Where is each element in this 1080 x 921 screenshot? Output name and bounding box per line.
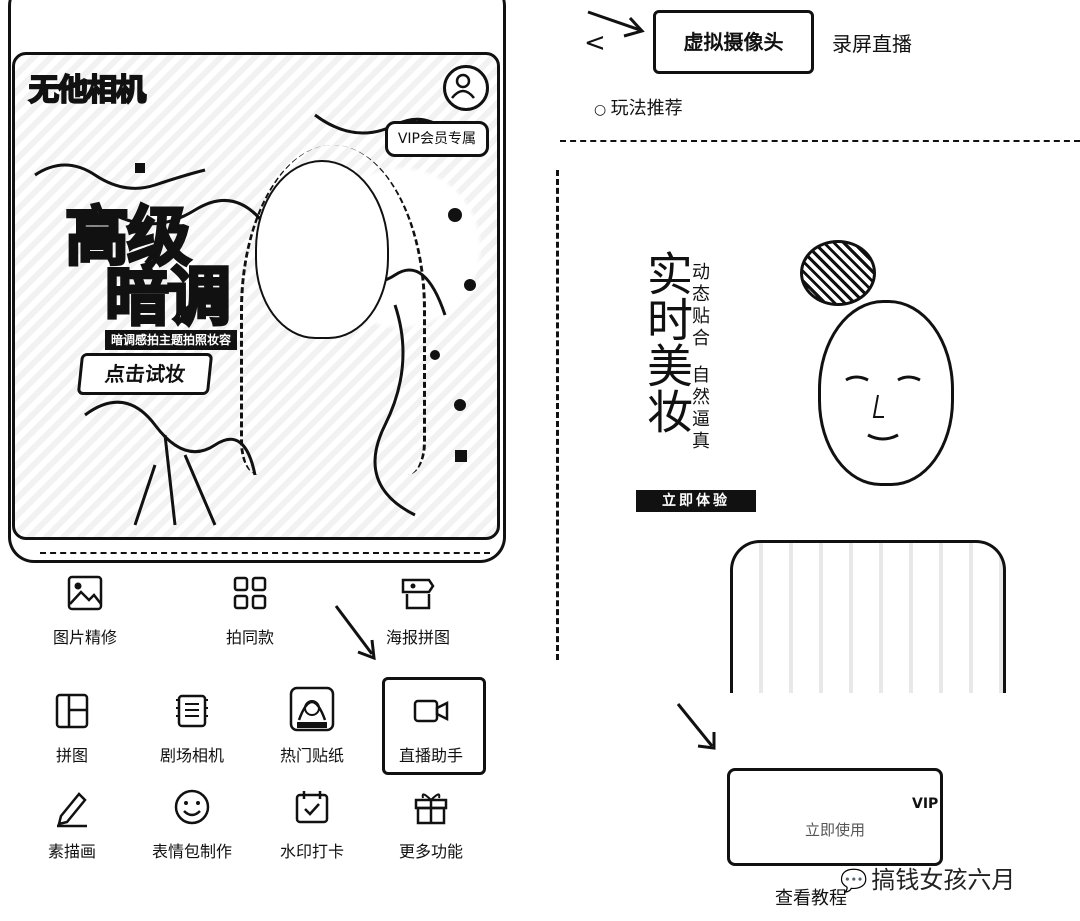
video-camera-icon [410,690,452,732]
sticker-icon [289,686,335,732]
tool-shoot-same[interactable]: 拍同款 [190,572,310,648]
promo-title: 实时美妆 [640,250,694,434]
section-title: 玩法推荐 [594,94,683,120]
smiley-icon [171,786,213,828]
gift-box-icon [410,786,452,828]
banner-title-2: 暗调 [104,261,233,335]
tool-more-features[interactable]: 更多功能 [371,786,491,862]
tool-meme-maker[interactable]: 表情包制作 [132,786,252,862]
tab-virtual-camera[interactable]: 虚拟摄像头 [653,10,814,74]
tab-screen-live[interactable]: 录屏直播 [832,28,912,57]
tool-label: 热门贴纸 [279,746,344,765]
calendar-check-icon [291,786,333,828]
model-face [818,300,954,486]
tool-label: 图片精修 [52,628,117,647]
use-now-button[interactable]: 立即使用 [727,768,943,866]
try-now-button[interactable]: 立即体验 [636,490,756,512]
image-icon [64,572,106,614]
tool-label: 水印打卡 [279,842,344,861]
banner-subline: 暗调感拍主题拍照妆容 [105,330,238,350]
profile-avatar-icon[interactable] [443,65,489,111]
section-divider [40,552,490,554]
vip-tag[interactable]: VIP会员专属 [384,121,489,157]
brand-logo: 无他相机 [28,72,147,109]
poster-icon [397,572,439,614]
tool-label: 直播助手 [398,746,463,765]
tool-photo-retouch[interactable]: 图片精修 [25,572,145,648]
film-icon [171,690,213,732]
model-body [730,540,1006,693]
tool-hot-stickers[interactable]: 热门贴纸 [252,686,372,766]
view-tutorial-link[interactable]: 查看教程 [775,884,847,910]
vip-mini-badge: VIP [912,796,939,812]
tool-live-assistant[interactable]: 直播助手 [371,690,491,766]
chat-bubble-icon: 💬 [840,869,868,894]
tool-label: 拍同款 [225,628,274,647]
back-button[interactable]: < [584,28,606,58]
watermark: 💬 搞钱女孩六月 [840,860,1015,895]
right-frame-top [560,140,1080,142]
tool-sketch[interactable]: 素描画 [12,786,132,862]
promo-subtitle-2: 自然逼真 [689,365,710,453]
tool-label: 更多功能 [398,842,463,861]
tool-label: 素描画 [47,842,96,861]
pencil-icon [51,786,93,828]
grid-icon [229,572,271,614]
promo-banner[interactable]: 无他相机 VIP会员专属 高级 暗调 暗调感拍主题拍照妆容 点击试妆 [12,52,500,540]
tool-label: 拼图 [55,746,88,765]
use-now-label: 立即使用 [804,821,865,839]
promo-subtitle-1: 动态贴合 [689,262,710,350]
tool-collage[interactable]: 拼图 [12,690,132,766]
annotation-arrow-bottom [676,702,720,752]
annotation-arrow-left [334,604,378,660]
collage-icon [51,690,93,732]
tool-theater-camera[interactable]: 剧场相机 [132,690,252,766]
tool-label: 表情包制作 [151,842,232,861]
watermark-text: 搞钱女孩六月 [871,866,1016,894]
tool-label: 剧场相机 [159,746,224,765]
right-frame-edge [556,170,563,660]
try-makeup-button[interactable]: 点击试妆 [76,353,214,395]
model-hair-bun [800,240,876,306]
tool-watermark-checkin[interactable]: 水印打卡 [252,786,372,862]
banner-model-face [255,160,389,339]
